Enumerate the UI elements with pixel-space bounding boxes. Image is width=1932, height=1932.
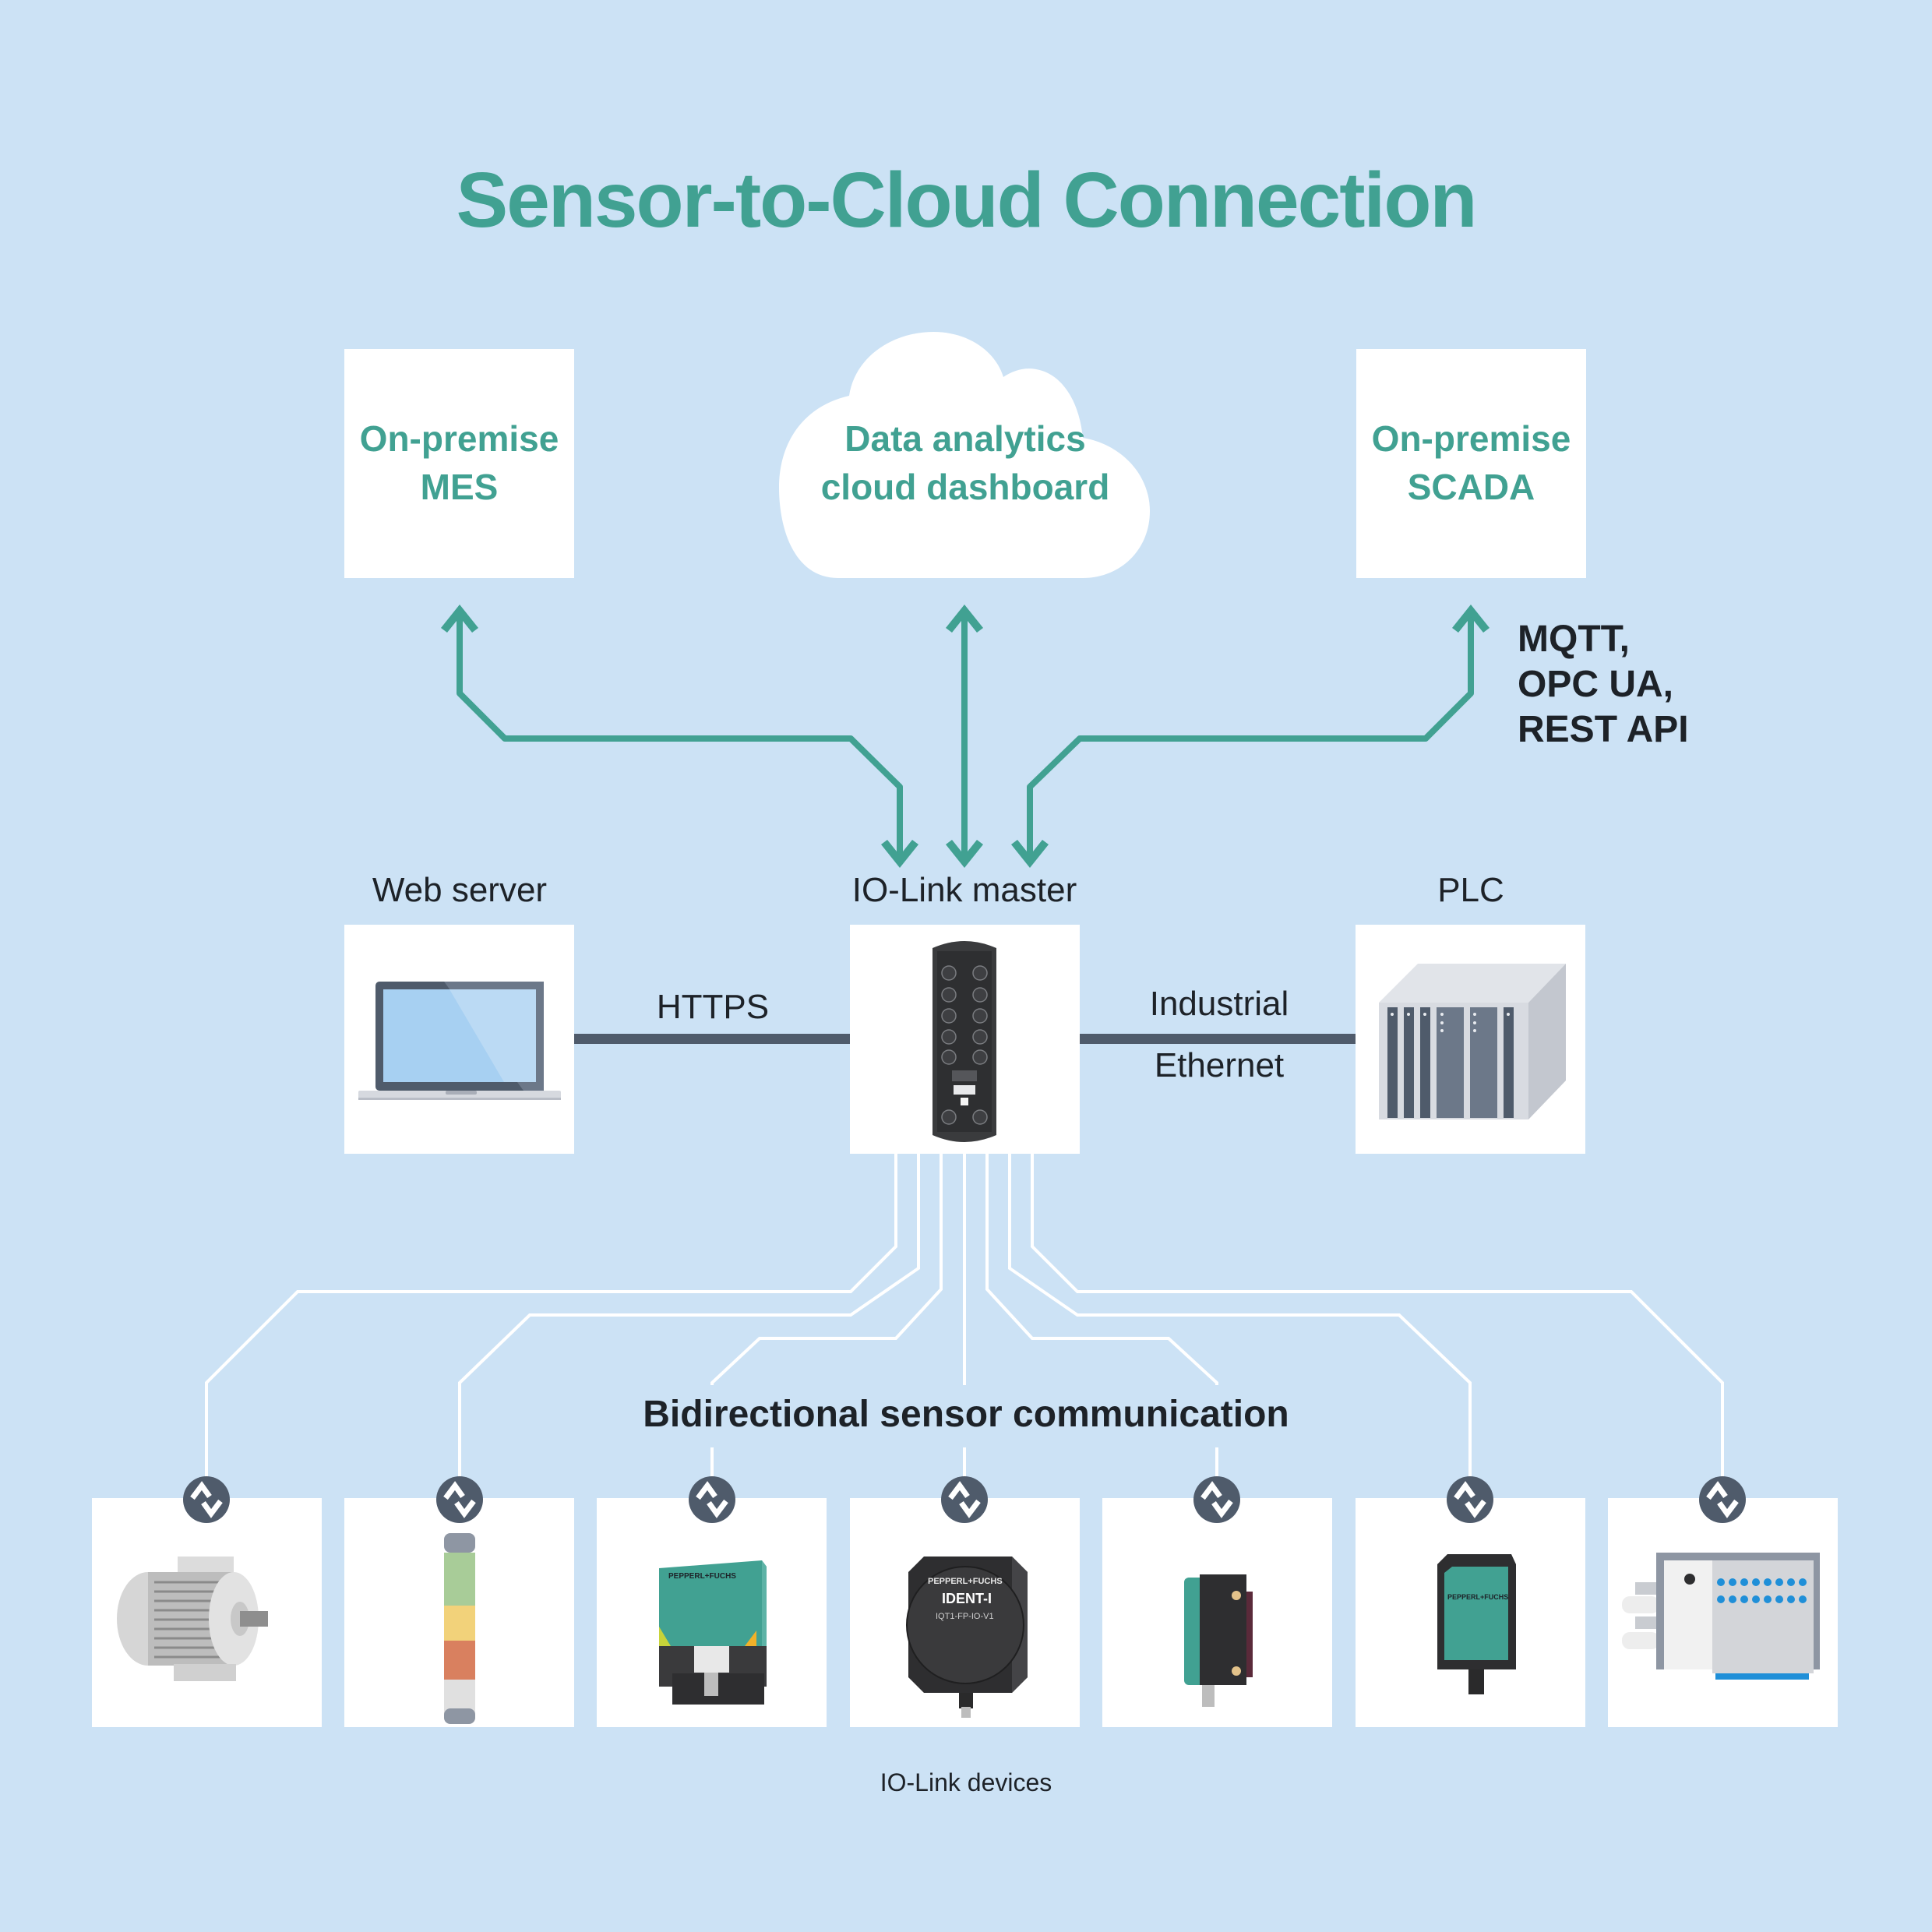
- https-connector: [574, 1034, 850, 1044]
- brand-text: PEPPERL+FUCHS: [928, 1577, 1003, 1586]
- brand-text: PEPPERL+FUCHS: [1447, 1593, 1508, 1601]
- https-label: HTTPS: [656, 988, 770, 1026]
- laptop-icon: [358, 982, 561, 1100]
- scada-label-line2: SCADA: [1407, 467, 1535, 507]
- device-box-signal-tower[interactable]: [344, 1498, 574, 1727]
- signal-tower-icon: [444, 1533, 475, 1724]
- io-link-master-label: IO-Link master: [851, 871, 1077, 909]
- wire-device-7: [1031, 1153, 1724, 1500]
- wire-device-5: [985, 1153, 1218, 1500]
- io-link-devices-label: IO-Link devices: [880, 1768, 1052, 1796]
- bidirectional-label: Bidirectional sensor communication: [643, 1394, 1289, 1435]
- mes-box[interactable]: On-premise MES: [344, 349, 574, 578]
- scada-label-line1: On-premise: [1371, 418, 1571, 459]
- cloud-label: Data analytics cloud dashboard: [777, 414, 1153, 511]
- cloud-label-line1: Data analytics: [844, 418, 1086, 459]
- wire-device-2: [458, 1153, 920, 1500]
- photoelectric-sensor-icon: [1184, 1574, 1253, 1707]
- device-box-motor[interactable]: [92, 1498, 322, 1727]
- industrial-ethernet-label-line1: Industrial: [1149, 985, 1289, 1023]
- protocol-list: MQTT, OPC UA, REST API: [1518, 617, 1689, 753]
- rfid-reader-icon: PEPPERL+FUCHS IDENT-I IQT1-FP-IO-V1: [906, 1557, 1028, 1718]
- io-link-wires: [205, 1153, 1724, 1500]
- plc-box[interactable]: [1356, 925, 1585, 1154]
- electric-motor-icon: [117, 1557, 268, 1681]
- wire-device-3: [710, 1153, 943, 1500]
- web-server-box[interactable]: [344, 925, 574, 1154]
- device-box-photoelectric-sensor[interactable]: [1102, 1498, 1332, 1727]
- valve-terminal-icon: [1622, 1553, 1820, 1680]
- arrow-master-to-mes: [457, 609, 903, 857]
- io-link-master-box[interactable]: [850, 925, 1080, 1154]
- ethernet-connector: [1079, 1034, 1356, 1044]
- product-text: IDENT-I: [942, 1591, 992, 1606]
- inductive-sensor-icon: PEPPERL+FUCHS: [659, 1560, 767, 1705]
- protocol-opcua: OPC UA,: [1518, 664, 1674, 705]
- web-server-label: Web server: [372, 871, 548, 909]
- teal-arrows: [457, 609, 1474, 857]
- model-text: IQT1-FP-IO-V1: [936, 1612, 994, 1621]
- cloud-label-line2: cloud dashboard: [820, 467, 1110, 507]
- protocol-mqtt: MQTT,: [1518, 619, 1630, 660]
- ultrasonic-sensor-icon: PEPPERL+FUCHS: [1437, 1554, 1516, 1694]
- device-box-inductive-sensor[interactable]: PEPPERL+FUCHS: [597, 1498, 827, 1727]
- device-box-rfid-reader[interactable]: PEPPERL+FUCHS IDENT-I IQT1-FP-IO-V1: [850, 1498, 1080, 1727]
- plc-label: PLC: [1437, 871, 1504, 909]
- protocol-rest: REST API: [1518, 709, 1689, 750]
- io-link-master-device-icon: [933, 941, 996, 1142]
- device-box-valve-terminal[interactable]: [1608, 1498, 1838, 1727]
- arrow-master-to-scada: [1027, 609, 1474, 857]
- mes-label-line1: On-premise: [359, 418, 559, 459]
- brand-text: PEPPERL+FUCHS: [668, 1572, 736, 1581]
- industrial-ethernet-label-line2: Ethernet: [1154, 1046, 1285, 1084]
- wire-device-1: [205, 1153, 897, 1500]
- scada-box[interactable]: On-premise SCADA: [1356, 349, 1586, 578]
- device-box-ultrasonic-sensor[interactable]: PEPPERL+FUCHS: [1356, 1498, 1585, 1727]
- wire-device-6: [1008, 1153, 1472, 1500]
- plc-rack-icon: [1379, 964, 1566, 1119]
- mes-label-line2: MES: [420, 467, 499, 507]
